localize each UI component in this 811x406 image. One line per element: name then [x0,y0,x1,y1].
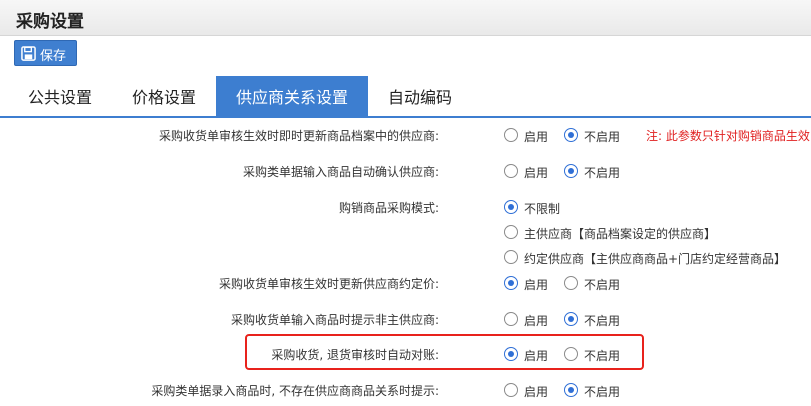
setting-label: 采购类单据输入商品自动确认供应商: [242,165,439,179]
setting-label: 采购收货单审核生效时即时更新商品档案中的供应商: [158,129,439,143]
setting-row-purchase-mode: 购销商品采购模式: 不限制 [338,200,561,216]
tab-bar: 公共设置 价格设置 供应商关系设置 自动编码 [0,76,811,118]
title-bar: 采购设置 [0,0,811,36]
setting-row-update-supplier-on-receipt: 采购收货单审核生效时即时更新商品档案中的供应商: 启用 不启用 注: 此参数只针… [158,128,810,144]
tab-auto-numbering[interactable]: 自动编码 [368,76,472,116]
setting-row-prompt-non-main-supplier: 采购收货单输入商品时提示非主供应商: 启用 不启用 [230,312,621,328]
save-icon [21,46,36,61]
setting-row-purchase-mode-opt2: 主供应商【商品档案设定的供应商】 [0,222,811,242]
setting-label: 采购类单据录入商品时, 不存在供应商商品关系时提示: [151,384,439,398]
setting-label: 购销商品采购模式: [338,201,439,215]
tab-supplier-relation-settings[interactable]: 供应商关系设置 [216,76,368,116]
save-button-label: 保存 [40,48,67,63]
setting-row-prompt-missing-relation: 采购类单据录入商品时, 不存在供应商商品关系时提示: 启用 不启用 [151,383,621,399]
setting-label: 采购收货, 退货审核时自动对账: [271,348,439,362]
setting-row-auto-reconcile: 采购收货, 退货审核时自动对账: 启用 不启用 [271,347,621,363]
tab-price-settings[interactable]: 价格设置 [112,76,216,116]
tab-public-settings[interactable]: 公共设置 [8,76,112,116]
setting-row-purchase-mode-opt3: 约定供应商【主供应商商品+门店约定经营商品】 [0,247,811,267]
save-button[interactable]: 保存 [14,40,77,66]
setting-row-update-agreed-price: 采购收货单审核生效时更新供应商约定价: 启用 不启用 [218,276,621,292]
setting-label: 采购收货单审核生效时更新供应商约定价: [218,277,439,291]
page-title: 采购设置 [16,12,84,32]
setting-label: 采购收货单输入商品时提示非主供应商: [230,313,439,327]
setting-note: 注: 此参数只针对购销商品生效 [646,129,810,143]
toolbar: 保存 [0,36,811,72]
setting-row-auto-confirm-supplier: 采购类单据输入商品自动确认供应商: 启用 不启用 [242,164,621,180]
